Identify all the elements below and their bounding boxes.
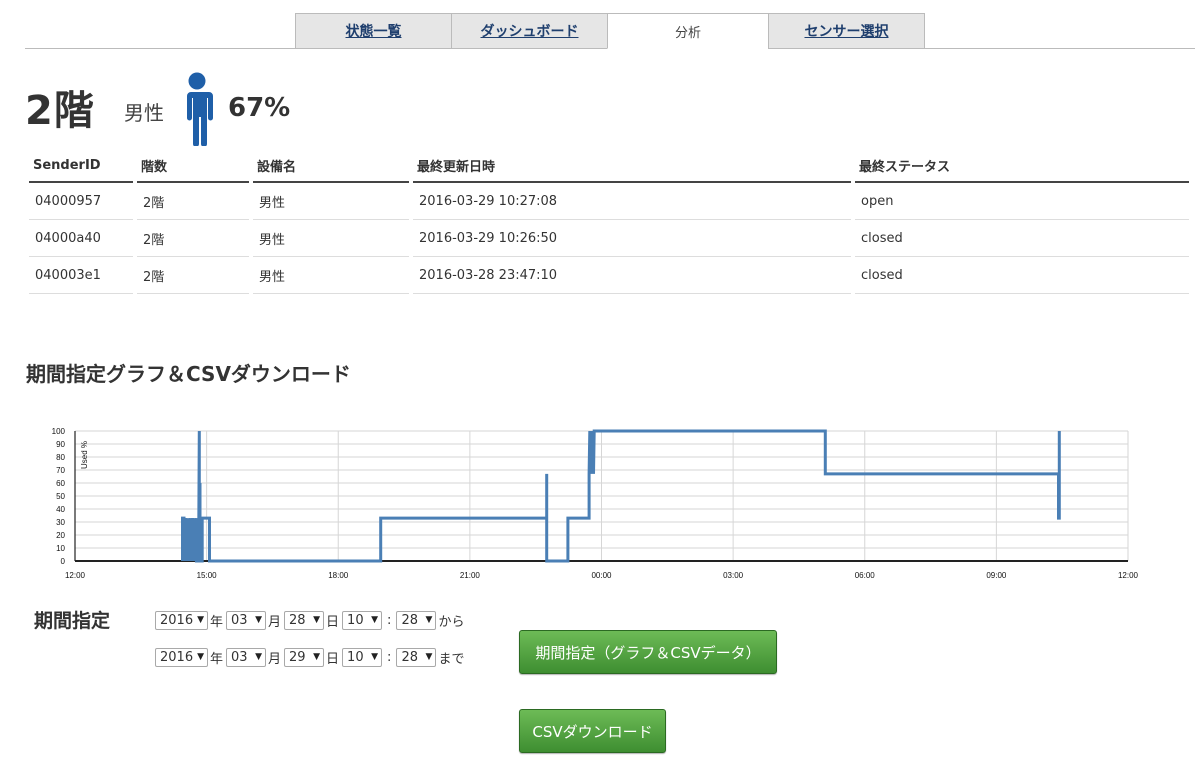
floor-title: 2階 (25, 88, 95, 134)
x-tick-label: 15:00 (197, 571, 218, 580)
period-from-row: 2016 ▼ 年 03 ▼ 月 28 ▼ 日 10 ▼ : 28 ▼ から (155, 610, 467, 630)
year-unit: 年 (210, 614, 224, 630)
tab-status-list[interactable]: 状態一覧 (295, 13, 452, 49)
usage-percent: 67% (228, 93, 291, 123)
tab-sensor-select[interactable]: センサー選択 (768, 13, 925, 49)
from-year-select[interactable]: 2016 ▼ (155, 610, 208, 630)
y-tick-label: 70 (56, 466, 65, 475)
x-tick-label: 00:00 (591, 571, 612, 580)
cell-floor: 2階 (137, 220, 249, 257)
y-tick-label: 30 (56, 518, 65, 527)
to-year-select[interactable]: 2016 ▼ (155, 647, 208, 667)
to-day-select[interactable]: 29 ▼ (284, 647, 325, 667)
col-last-updated: 最終更新日時 (413, 150, 851, 183)
year-unit: 年 (210, 651, 224, 667)
cell-floor: 2階 (137, 257, 249, 294)
y-tick-label: 60 (56, 479, 65, 488)
section-title: 期間指定グラフ＆CSVダウンロード (26, 362, 351, 386)
y-tick-label: 50 (56, 492, 65, 501)
to-minute-select[interactable]: 28 ▼ (396, 647, 437, 667)
col-floor: 階数 (137, 150, 249, 183)
table-header-row: SenderID 階数 設備名 最終更新日時 最終ステータス (29, 150, 1189, 183)
sensor-status-table: SenderID 階数 設備名 最終更新日時 最終ステータス 04000957 … (25, 150, 1193, 294)
period-to-row: 2016 ▼ 年 03 ▼ 月 29 ▼ 日 10 ▼ : 28 ▼ まで (155, 647, 467, 667)
y-tick-label: 0 (61, 557, 66, 566)
to-month-select[interactable]: 03 ▼ (226, 647, 267, 667)
month-unit: 月 (268, 614, 282, 630)
table-row: 040003e1 2階 男性 2016-03-28 23:47:10 close… (29, 257, 1189, 294)
y-tick-label: 40 (56, 505, 65, 514)
time-separator: : (387, 649, 392, 665)
x-tick-label: 21:00 (460, 571, 481, 580)
gender-label: 男性 (124, 101, 164, 125)
cell-last-updated: 2016-03-28 23:47:10 (413, 257, 851, 294)
x-tick-label: 18:00 (328, 571, 349, 580)
y-tick-label: 90 (56, 440, 65, 449)
col-equipment: 設備名 (253, 150, 409, 183)
table-row: 04000a40 2階 男性 2016-03-29 10:26:50 close… (29, 220, 1189, 257)
tab-analysis[interactable]: 分析 (607, 13, 769, 49)
y-axis-label: Used % (80, 441, 89, 469)
x-tick-label: 03:00 (723, 571, 744, 580)
cell-last-updated: 2016-03-29 10:26:50 (413, 220, 851, 257)
x-tick-label: 09:00 (986, 571, 1007, 580)
col-sender-id: SenderID (29, 150, 133, 183)
time-separator: : (387, 612, 392, 628)
table-row: 04000957 2階 男性 2016-03-29 10:27:08 open (29, 183, 1189, 220)
y-tick-label: 20 (56, 531, 65, 540)
period-graph-csv-button[interactable]: 期間指定（グラフ＆CSVデータ） (519, 630, 777, 674)
y-tick-label: 80 (56, 453, 65, 462)
tab-dashboard[interactable]: ダッシュボード (451, 13, 608, 49)
x-tick-label: 12:00 (65, 571, 86, 580)
cell-equipment: 男性 (253, 183, 409, 220)
tab-bar: 状態一覧 ダッシュボード 分析 センサー選択 (25, 13, 1195, 49)
from-month-select[interactable]: 03 ▼ (226, 610, 267, 630)
cell-sender-id: 04000957 (29, 183, 133, 220)
x-tick-label: 12:00 (1118, 571, 1139, 580)
x-tick-label: 06:00 (855, 571, 876, 580)
cell-last-status: open (855, 183, 1189, 220)
cell-floor: 2階 (137, 183, 249, 220)
cell-last-status: closed (855, 257, 1189, 294)
cell-sender-id: 040003e1 (29, 257, 133, 294)
day-unit: 日 (326, 651, 340, 667)
from-hour-select[interactable]: 10 ▼ (342, 610, 383, 630)
usage-chart: 0 10 20 30 40 50 60 70 80 90 100 12:00 15:00 18:00 21:… (52, 427, 1139, 580)
cell-last-status: closed (855, 220, 1189, 257)
csv-download-button[interactable]: CSVダウンロード (519, 709, 666, 753)
male-person-icon (185, 72, 213, 146)
from-minute-select[interactable]: 28 ▼ (396, 610, 437, 630)
day-unit: 日 (326, 614, 340, 630)
from-day-select[interactable]: 28 ▼ (284, 610, 325, 630)
cell-equipment: 男性 (253, 220, 409, 257)
y-tick-label: 100 (52, 427, 66, 436)
col-last-status: 最終ステータス (855, 150, 1189, 183)
cell-last-updated: 2016-03-29 10:27:08 (413, 183, 851, 220)
y-tick-label: 10 (56, 544, 65, 553)
period-label: 期間指定 (34, 610, 111, 632)
cell-equipment: 男性 (253, 257, 409, 294)
cell-sender-id: 04000a40 (29, 220, 133, 257)
from-suffix: から (438, 614, 465, 630)
to-suffix: まで (438, 651, 465, 667)
month-unit: 月 (268, 651, 282, 667)
to-hour-select[interactable]: 10 ▼ (342, 647, 383, 667)
